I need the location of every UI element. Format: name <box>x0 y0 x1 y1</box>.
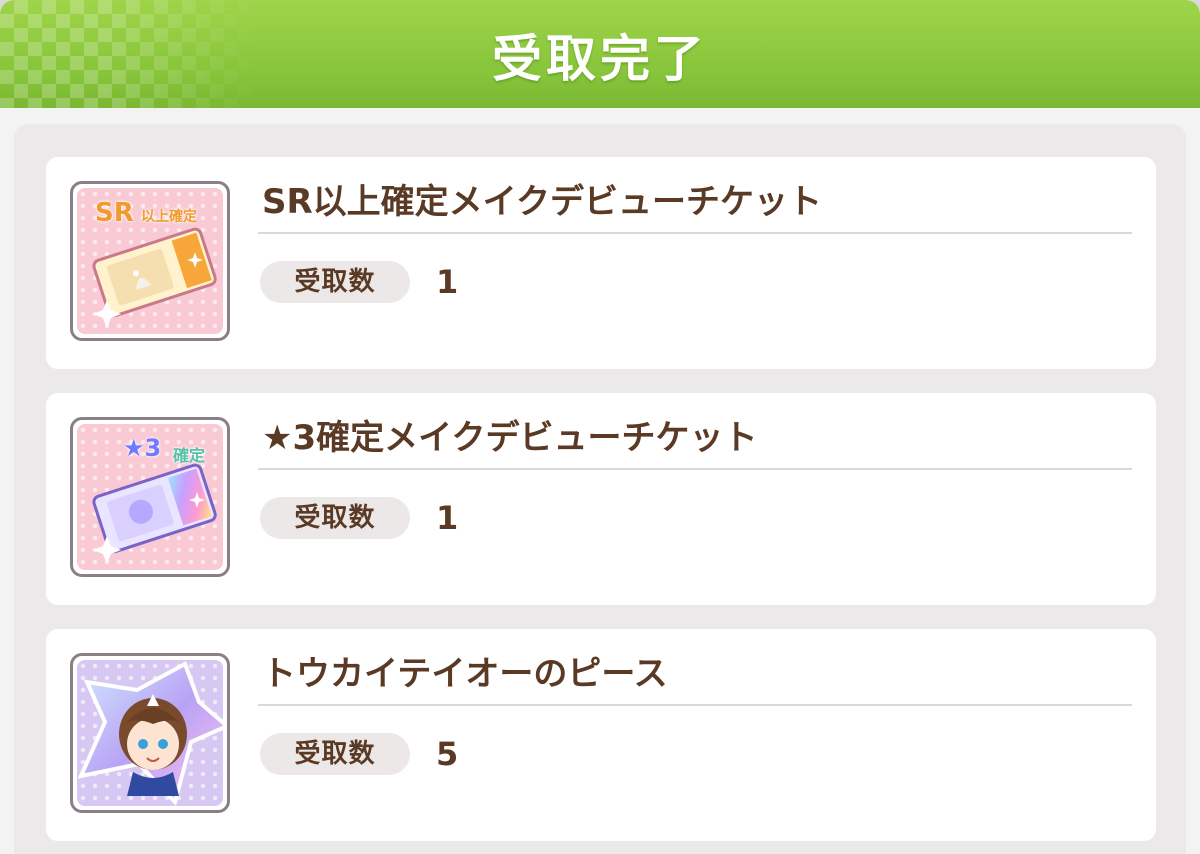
divider <box>258 468 1132 470</box>
item-name: トウカイテイオーのピース <box>262 654 668 694</box>
quantity-label: 受取数 <box>260 733 410 775</box>
quantity-label: 受取数 <box>260 261 410 303</box>
divider <box>258 704 1132 706</box>
character-piece-icon <box>70 653 230 813</box>
icon-badge-main: SR <box>95 198 134 228</box>
list-item: SR 以上確定 SR以上確定メイクデビューチケット 受取数 1 <box>46 157 1156 369</box>
dialog-header: 受取完了 <box>0 0 1200 108</box>
quantity-value: 1 <box>436 499 459 537</box>
character-portrait <box>77 661 223 806</box>
sr-ticket-icon: SR 以上確定 <box>70 181 230 341</box>
dialog-title: 受取完了 <box>492 30 708 88</box>
star3-ticket-icon: ★3 確定 <box>70 417 230 577</box>
item-name: SR以上確定メイクデビューチケット <box>262 182 822 222</box>
item-name: ★3確定メイクデビューチケット <box>262 418 758 458</box>
quantity-value: 1 <box>436 263 459 301</box>
divider <box>258 232 1132 234</box>
icon-badge-sub: 以上確定 <box>141 209 197 225</box>
quantity-label: 受取数 <box>260 497 410 539</box>
quantity-value: 5 <box>436 735 459 773</box>
receive-complete-dialog: 受取完了 SR 以上確定 SR以上確定メイクデビューチケット 受取数 1 ★3 … <box>0 0 1200 854</box>
icon-badge-sub: 確定 <box>173 446 206 465</box>
list-item: トウカイテイオーのピース 受取数 5 <box>46 629 1156 841</box>
icon-badge-main: ★3 <box>123 434 162 462</box>
list-item: ★3 確定 ★3確定メイクデビューチケット 受取数 1 <box>46 393 1156 605</box>
